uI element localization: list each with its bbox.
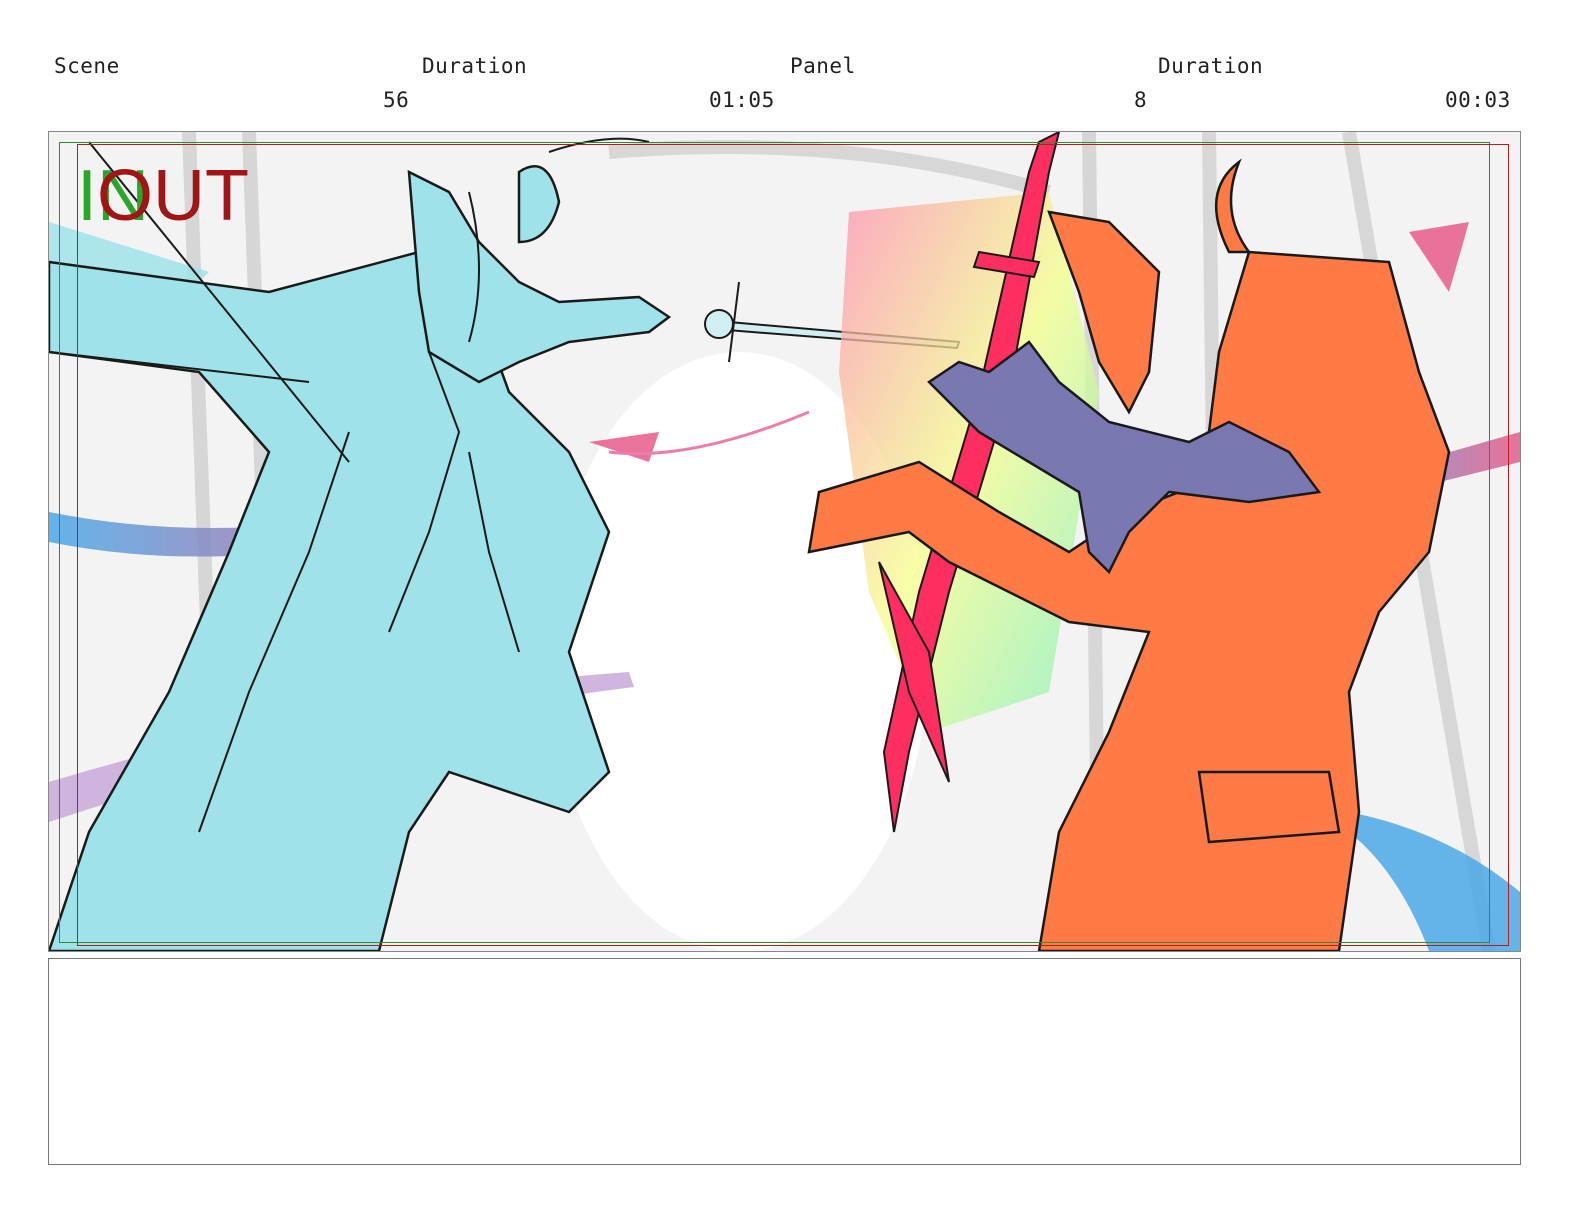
panel-label: Panel bbox=[790, 54, 856, 78]
panel-notes-box[interactable] bbox=[48, 958, 1521, 1165]
scene-number: 56 bbox=[383, 88, 410, 112]
storyboard-frame: IN OUT bbox=[48, 131, 1521, 952]
out-label: OUT bbox=[97, 156, 249, 236]
scene-duration-value: 01:05 bbox=[709, 88, 775, 112]
panel-number: 8 bbox=[1134, 88, 1148, 112]
safe-area-guide-red bbox=[77, 144, 1509, 946]
panel-duration-value: 00:03 bbox=[1445, 88, 1511, 112]
scene-label: Scene bbox=[54, 54, 120, 78]
scene-duration-label: Duration bbox=[422, 54, 528, 78]
panel-duration-label: Duration bbox=[1158, 54, 1264, 78]
